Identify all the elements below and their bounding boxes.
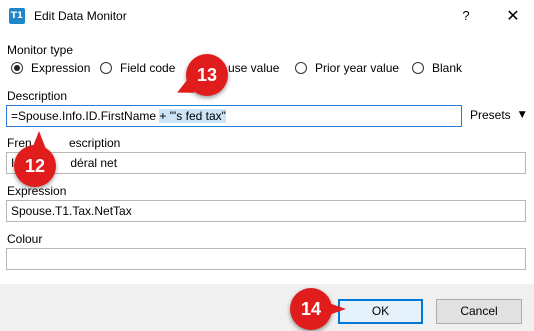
french-description-field[interactable]: Idéral net <box>6 152 526 174</box>
radio-indicator <box>100 62 112 74</box>
radio-label: use value <box>228 61 280 75</box>
window-title: Edit Data Monitor <box>34 9 127 23</box>
radio-blank[interactable]: Blank <box>412 59 462 77</box>
french-description-label-right: escription <box>69 136 121 150</box>
help-button[interactable]: ? <box>456 6 476 26</box>
monitor-type-radio-group: Expression Field code use value Prior ye… <box>0 59 534 77</box>
radio-use-value[interactable]: use value <box>228 59 279 77</box>
callout-12: 12 <box>14 131 56 187</box>
cancel-button[interactable]: Cancel <box>436 299 522 324</box>
radio-indicator <box>412 62 424 74</box>
callout-13: 13 <box>186 54 228 96</box>
ok-button[interactable]: OK <box>338 299 423 324</box>
colour-label: Colour <box>7 232 43 246</box>
callout-14: 14 <box>290 288 346 330</box>
presets-label: Presets <box>470 108 511 122</box>
expression-field[interactable]: Spouse.T1.Tax.NetTax <box>6 200 526 222</box>
colour-field[interactable] <box>6 248 526 270</box>
description-selected-text: + "'s fed tax" <box>159 109 226 123</box>
radio-label: Blank <box>432 61 463 75</box>
monitor-type-label: Monitor type <box>7 43 74 57</box>
description-label: Description <box>7 89 68 103</box>
radio-label: Field code <box>120 61 176 75</box>
description-field[interactable]: =Spouse.Info.ID.FirstName + "'s fed tax" <box>6 105 462 127</box>
description-text: =Spouse.Info.ID.FirstName <box>11 109 160 123</box>
radio-expression[interactable]: Expression <box>11 59 90 77</box>
radio-indicator <box>295 62 307 74</box>
radio-selected-indicator <box>11 62 23 74</box>
chevron-down-icon: ▼ <box>518 110 526 120</box>
app-icon: T1 <box>9 8 25 24</box>
radio-label: Prior year value <box>315 61 400 75</box>
radio-prior-year-value[interactable]: Prior year value <box>295 59 399 77</box>
close-button[interactable]: ✕ <box>500 5 526 27</box>
title-bar: T1 Edit Data Monitor ? ✕ <box>0 0 534 32</box>
radio-label: Expression <box>31 61 91 75</box>
radio-field-code[interactable]: Field code <box>100 59 175 77</box>
presets-dropdown[interactable]: Presets ▼ <box>470 108 526 122</box>
